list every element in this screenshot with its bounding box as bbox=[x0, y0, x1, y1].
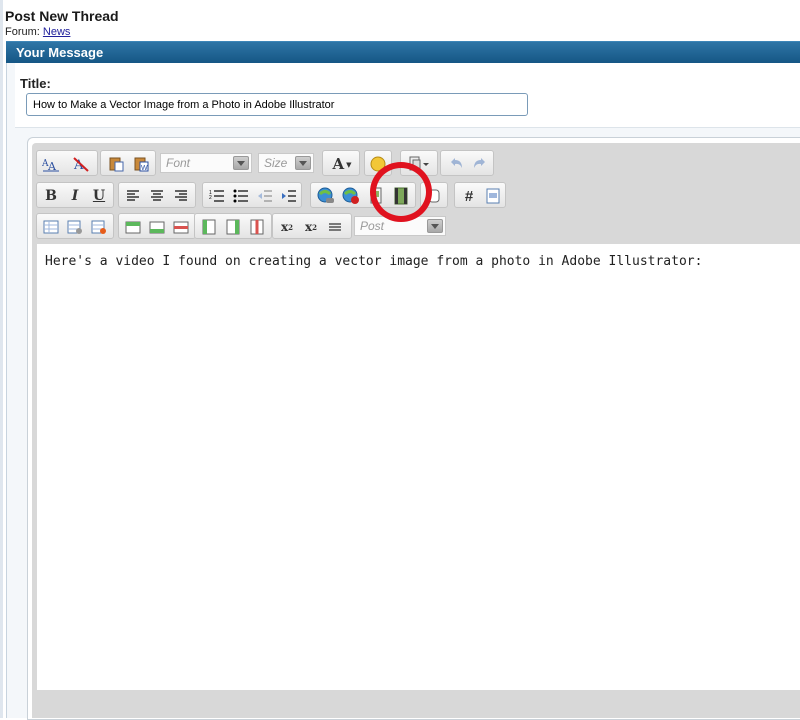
toolbar-group-attach bbox=[400, 150, 438, 176]
align-left-icon[interactable] bbox=[123, 186, 143, 206]
insert-row-above-icon[interactable] bbox=[123, 217, 143, 237]
chevron-down-icon bbox=[427, 219, 443, 233]
forum-label: Forum: bbox=[5, 26, 40, 38]
toolbar-group-columns bbox=[194, 213, 272, 239]
toolbar-group-table bbox=[36, 213, 114, 239]
unordered-list-icon[interactable] bbox=[231, 186, 251, 206]
font-select[interactable]: Font bbox=[160, 153, 252, 173]
svg-text:2: 2 bbox=[209, 195, 212, 201]
toolbar-group-quote bbox=[420, 182, 448, 208]
toolbar-group-align bbox=[118, 182, 196, 208]
php-code-icon[interactable] bbox=[483, 186, 503, 206]
subscript-label: x bbox=[280, 220, 289, 234]
delete-row-icon[interactable] bbox=[171, 217, 191, 237]
bold-button[interactable]: B bbox=[41, 186, 61, 206]
text-color-icon: A bbox=[332, 155, 345, 173]
toolbar-group-script: x2 x2 bbox=[272, 213, 352, 239]
font-select-label: Font bbox=[166, 156, 191, 170]
insert-image-icon[interactable] bbox=[366, 186, 386, 206]
insert-column-before-icon[interactable] bbox=[199, 217, 219, 237]
chevron-down-icon bbox=[295, 156, 311, 170]
title-input[interactable] bbox=[26, 93, 528, 116]
toolbar-group-rows bbox=[118, 213, 196, 239]
insert-row-below-icon[interactable] bbox=[147, 217, 167, 237]
toolbar-group-color: A ▼ bbox=[322, 150, 360, 176]
outdent-icon[interactable] bbox=[255, 186, 275, 206]
clear-format-icon[interactable]: A bbox=[71, 154, 91, 174]
superscript-button[interactable]: x2 bbox=[301, 217, 321, 237]
toolbar-group-paste: W bbox=[100, 150, 156, 176]
insert-video-icon[interactable] bbox=[391, 186, 411, 206]
remove-link-icon[interactable] bbox=[341, 186, 361, 206]
toolbar-row-3: x2 x2 Post bbox=[36, 213, 448, 240]
align-right-icon[interactable] bbox=[171, 186, 191, 206]
toolbar-group-format: AA A bbox=[36, 150, 98, 176]
underline-button[interactable]: U bbox=[89, 186, 109, 206]
ordered-list-icon[interactable]: 12 bbox=[207, 186, 227, 206]
toolbar-group-insert bbox=[310, 182, 416, 208]
delete-table-icon[interactable] bbox=[89, 217, 109, 237]
italic-button[interactable]: I bbox=[65, 186, 85, 206]
toolbar-group-code: # bbox=[454, 182, 506, 208]
style-select[interactable]: Post bbox=[354, 216, 446, 236]
indent-icon[interactable] bbox=[279, 186, 299, 206]
size-select[interactable]: Size bbox=[258, 153, 314, 173]
forum-breadcrumb: Forum: News bbox=[5, 26, 70, 38]
forum-link-news[interactable]: News bbox=[43, 26, 71, 38]
page-title: Post New Thread bbox=[5, 8, 119, 24]
subscript-button[interactable]: x2 bbox=[277, 217, 297, 237]
toolbar-row-2: B I U 12 # bbox=[36, 182, 506, 209]
message-editor[interactable]: Here's a video I found on creating a vec… bbox=[37, 244, 800, 690]
align-center-icon[interactable] bbox=[147, 186, 167, 206]
toolbar-group-text-style: B I U bbox=[36, 182, 114, 208]
chevron-down-icon bbox=[233, 156, 249, 170]
paste-word-icon[interactable]: W bbox=[131, 154, 151, 174]
insert-column-after-icon[interactable] bbox=[223, 217, 243, 237]
horizontal-rule-icon[interactable] bbox=[325, 217, 345, 237]
table-properties-icon[interactable] bbox=[65, 217, 85, 237]
redo-icon[interactable] bbox=[470, 154, 490, 174]
page-edge bbox=[0, 0, 3, 718]
panel-title: Your Message bbox=[16, 45, 104, 60]
style-select-label: Post bbox=[360, 219, 385, 233]
insert-table-icon[interactable] bbox=[41, 217, 61, 237]
paste-icon[interactable] bbox=[106, 154, 126, 174]
toolbar-row-1: AA A W Font Size A ▼ bbox=[36, 150, 496, 177]
svg-text:W: W bbox=[141, 165, 148, 172]
insert-link-icon[interactable] bbox=[316, 186, 336, 206]
undo-icon[interactable] bbox=[446, 154, 466, 174]
editor-footer bbox=[32, 690, 800, 718]
code-hash-button[interactable]: # bbox=[459, 186, 479, 206]
title-label: Title: bbox=[20, 76, 51, 91]
your-message-header: Your Message bbox=[6, 41, 800, 64]
delete-column-icon[interactable] bbox=[247, 217, 267, 237]
toolbar-group-lists: 12 bbox=[202, 182, 302, 208]
attachment-icon[interactable] bbox=[405, 154, 433, 174]
message-text: Here's a video I found on creating a vec… bbox=[45, 254, 703, 269]
size-select-label: Size bbox=[264, 156, 288, 170]
toolbar-group-smilies bbox=[364, 150, 392, 176]
smiley-icon[interactable] bbox=[368, 154, 388, 174]
superscript-label: x bbox=[304, 220, 313, 234]
toolbar-group-undo bbox=[440, 150, 494, 176]
svg-text:A: A bbox=[47, 160, 57, 172]
quote-icon[interactable] bbox=[424, 186, 444, 206]
remove-format-icon[interactable]: AA bbox=[41, 154, 61, 174]
text-color-button[interactable]: A ▼ bbox=[328, 154, 356, 174]
